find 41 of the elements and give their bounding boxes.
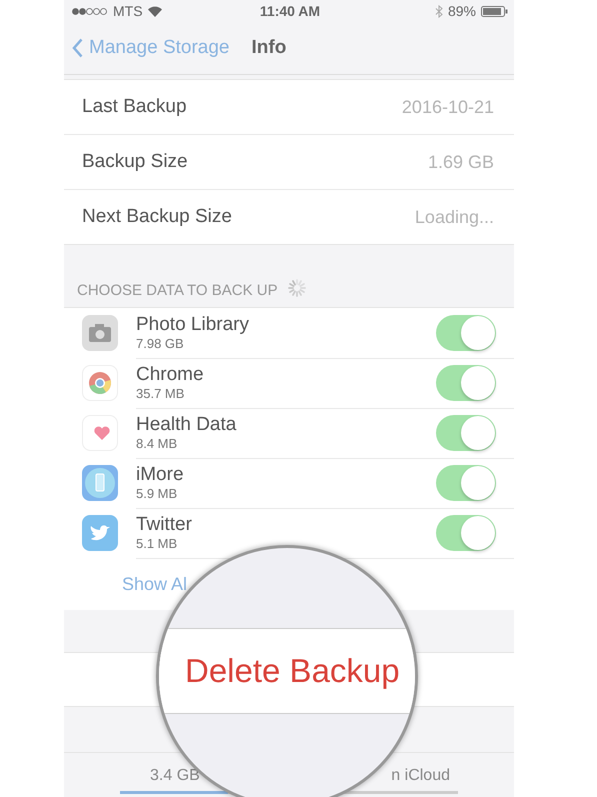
signal-icon bbox=[72, 8, 108, 14]
phone-icon bbox=[82, 465, 118, 501]
spinner-icon bbox=[286, 277, 308, 299]
used-storage: 3.4 GB bbox=[150, 767, 200, 785]
carrier-name: MTS bbox=[113, 3, 143, 19]
nav-title: Info bbox=[252, 37, 286, 59]
backup-toggle[interactable] bbox=[436, 364, 496, 400]
bird-icon bbox=[82, 515, 118, 551]
show-all-link[interactable]: Show Al bbox=[122, 574, 188, 594]
app-size: 35.7 MB bbox=[136, 386, 186, 401]
row-label: Backup Size bbox=[82, 151, 188, 173]
backup-toggle[interactable] bbox=[436, 414, 496, 450]
app-name: Chrome bbox=[136, 364, 204, 386]
app-size: 5.9 MB bbox=[136, 486, 178, 501]
backup-toggle[interactable] bbox=[436, 514, 496, 550]
browser-icon bbox=[82, 365, 118, 401]
backup-toggle[interactable] bbox=[436, 314, 496, 350]
row-label: Last Backup bbox=[82, 96, 187, 118]
app-name: Health Data bbox=[136, 414, 236, 436]
row-label: Next Backup Size bbox=[82, 206, 232, 228]
app-name: Twitter bbox=[136, 514, 192, 536]
wifi-icon bbox=[148, 6, 162, 16]
battery-icon bbox=[481, 6, 508, 16]
available-storage: n iCloud bbox=[391, 767, 450, 785]
clock-time: 11:40 AM bbox=[260, 3, 320, 19]
backup-toggle[interactable] bbox=[436, 464, 496, 500]
app-size: 8.4 MB bbox=[136, 436, 178, 451]
delete-backup-button[interactable]: Delete Backup bbox=[159, 652, 400, 690]
app-name: Photo Library bbox=[136, 314, 250, 336]
back-button[interactable]: Manage Storage bbox=[72, 37, 230, 59]
row-value: 1.69 GB bbox=[428, 152, 494, 172]
row-value: 2016-10-21 bbox=[402, 96, 494, 118]
app-name: iMore bbox=[136, 464, 184, 486]
chevron-icon bbox=[72, 38, 83, 58]
app-size: 5.1 MB bbox=[136, 536, 178, 551]
app-size: 7.98 GB bbox=[136, 336, 185, 351]
section-header: CHOOSE DATA TO BACK UP bbox=[77, 282, 278, 299]
battery-percent: 89% bbox=[448, 3, 476, 19]
row-value: Loading... bbox=[414, 206, 494, 228]
camera-icon bbox=[82, 315, 118, 351]
bluetooth-icon bbox=[434, 4, 443, 18]
